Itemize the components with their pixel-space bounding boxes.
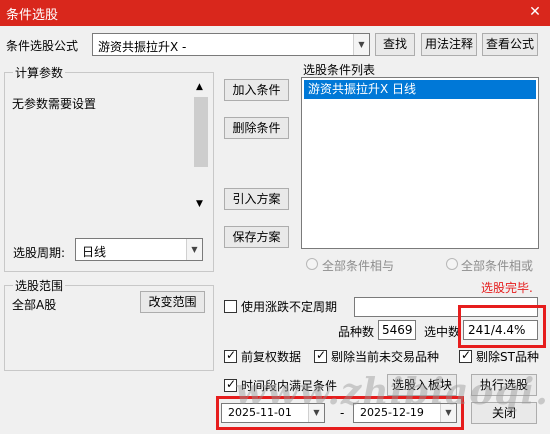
params-group: 计算参数 无参数需要设置 ▲ ▼ 选股周期: 日线 ▼ [4, 64, 214, 272]
highlight-box [458, 305, 546, 348]
scroll-down-icon[interactable]: ▼ [196, 199, 203, 209]
formula-value: 游资共振拉升X - [98, 40, 187, 54]
exclude-untraded-label: 剔除当前未交易品种 [331, 350, 440, 364]
condition-item[interactable]: 游资共振拉升X 日线 [304, 80, 536, 99]
all-and-label: 全部条件相与 [322, 259, 395, 273]
adjusted-data-checkbox[interactable] [224, 348, 237, 363]
title-bar: 条件选股 ✕ [0, 0, 550, 26]
range-legend: 选股范围 [13, 277, 66, 294]
range-value: 全部A股 [12, 298, 57, 312]
exclude-untraded-checkbox[interactable] [314, 348, 327, 363]
formula-label: 条件选股公式 [6, 39, 79, 53]
params-legend: 计算参数 [13, 64, 66, 81]
delete-condition-button[interactable]: 删除条件 [224, 117, 289, 139]
save-plan-button[interactable]: 保存方案 [224, 226, 289, 248]
exclude-st-checkbox[interactable] [459, 348, 472, 363]
radio-all-or[interactable] [446, 258, 458, 270]
status-text: 选股完毕. [481, 281, 533, 295]
close-icon[interactable]: ✕ [526, 3, 544, 21]
selected-label: 选中数 [424, 325, 461, 339]
use-irregular-period-checkbox[interactable] [224, 300, 237, 313]
formula-select[interactable]: 游资共振拉升X - ▼ [92, 33, 370, 56]
use-irregular-period-label: 使用涨跌不定周期 [241, 300, 338, 314]
adjusted-data-label: 前复权数据 [241, 350, 302, 364]
range-group: 选股范围 全部A股 改变范围 [4, 277, 214, 371]
chevron-down-icon[interactable]: ▼ [353, 34, 369, 55]
params-scrollbar[interactable]: ▲ ▼ [193, 79, 209, 213]
params-text: 无参数需要设置 [12, 97, 97, 111]
add-condition-button[interactable]: 加入条件 [224, 79, 289, 101]
find-button[interactable]: 查找 [375, 33, 415, 56]
all-or-label: 全部条件相或 [461, 259, 534, 273]
scroll-up-icon[interactable]: ▲ [196, 82, 203, 92]
watermark: www.zhibiaoqi.com [235, 371, 550, 413]
change-range-button[interactable]: 改变范围 [140, 291, 205, 313]
period-select[interactable]: 日线 ▼ [75, 238, 203, 261]
conditions-list[interactable]: 游资共振拉升X 日线 [301, 77, 539, 249]
conditions-legend: 选股条件列表 [303, 63, 376, 77]
scroll-thumb[interactable] [194, 97, 208, 167]
radio-all-and[interactable] [306, 258, 318, 270]
period-value: 日线 [82, 245, 107, 259]
view-formula-button[interactable]: 查看公式 [482, 33, 538, 56]
exclude-st-label: 剔除ST品种 [476, 350, 539, 364]
period-label: 选股周期: [13, 246, 66, 260]
count-value: 5469 [378, 320, 416, 340]
count-label: 品种数 [338, 325, 375, 339]
window-title: 条件选股 [6, 8, 59, 23]
import-plan-button[interactable]: 引入方案 [224, 188, 289, 210]
usage-button[interactable]: 用法注释 [421, 33, 477, 56]
chevron-down-icon[interactable]: ▼ [186, 239, 202, 260]
